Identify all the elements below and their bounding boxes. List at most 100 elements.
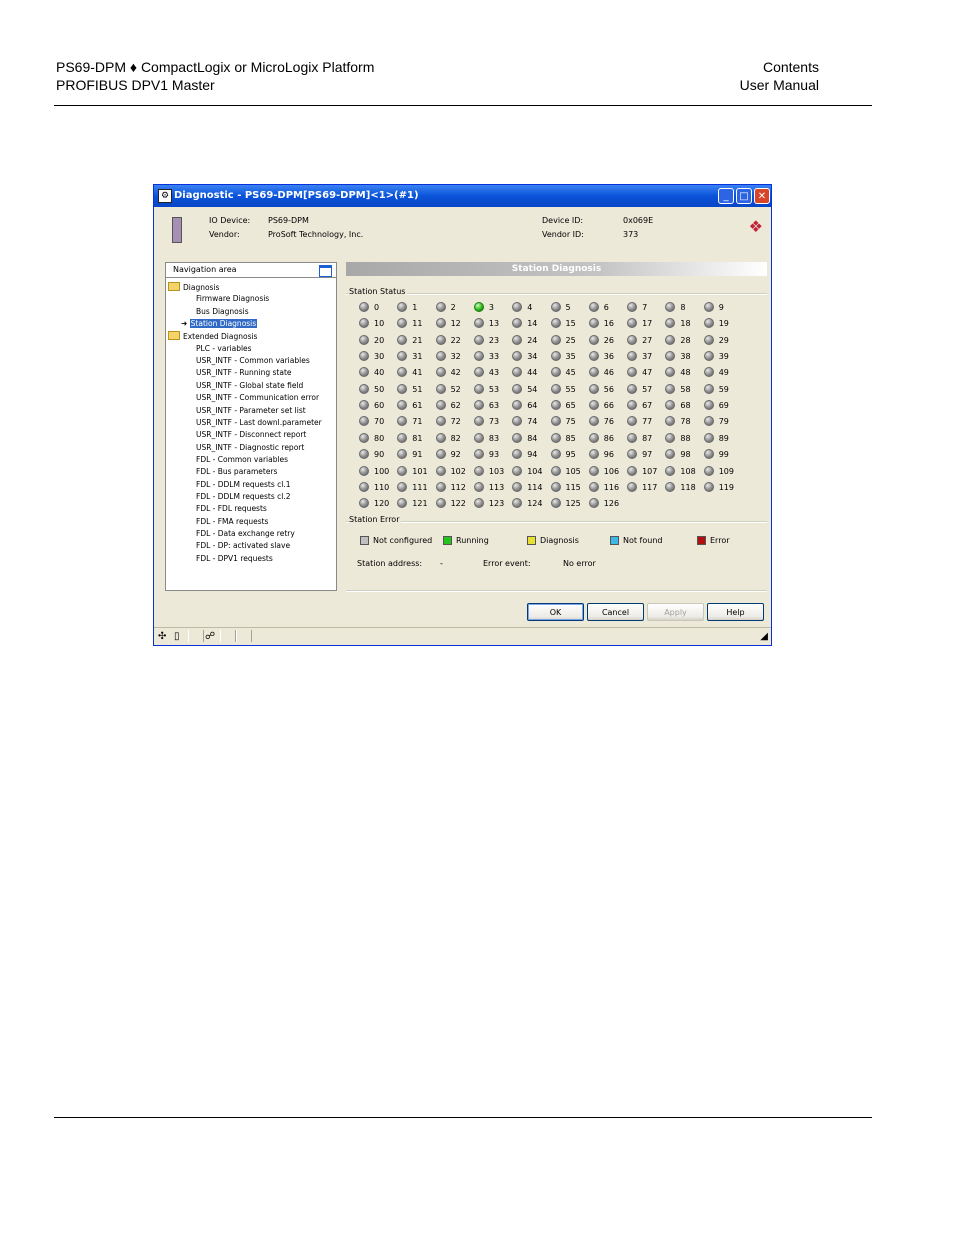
- nav-item[interactable]: PLC - variables: [196, 344, 252, 354]
- station-number: 2: [450, 303, 456, 312]
- station-number: 103: [488, 466, 505, 476]
- station-led-icon: [550, 351, 561, 362]
- station-number: 83: [488, 433, 500, 443]
- station-led-icon: [665, 400, 676, 411]
- window-title: Diagnostic - PS69-DPM[PS69-DPM]<1>(#1): [174, 190, 419, 201]
- nav-item[interactable]: FDL - DDLM requests cl.1: [196, 480, 291, 490]
- nav-item-label: FDL - Data exchange retry: [196, 529, 295, 538]
- station-led-icon: [703, 432, 714, 443]
- station-number: 71: [412, 417, 423, 427]
- station-led-icon: [359, 449, 369, 460]
- station-led-icon: [512, 481, 523, 492]
- nav-item[interactable]: FDL - Data exchange retry: [196, 529, 295, 539]
- station-led-icon: [473, 416, 484, 427]
- station-number: 17: [642, 319, 653, 329]
- nav-item[interactable]: Firmware Diagnosis: [196, 294, 269, 304]
- station-led-icon: [435, 416, 446, 427]
- station-number: 113: [488, 482, 505, 492]
- station-led-icon: [627, 302, 638, 312]
- nav-item-label: USR_INTF - Common variables: [196, 356, 310, 366]
- station-led-icon: [359, 416, 369, 427]
- nav-item[interactable]: FDL - DPV1 requests: [196, 554, 273, 564]
- header-doc-type: User Manual: [739, 77, 819, 93]
- station-led-icon: [627, 449, 638, 460]
- legend-label: Diagnosis: [540, 536, 579, 545]
- station-number: 65: [565, 401, 576, 411]
- station-led-icon: [473, 449, 484, 460]
- nav-item[interactable]: Diagnosis: [168, 282, 219, 293]
- nav-item[interactable]: USR_INTF - Global state field: [196, 381, 303, 391]
- station-led-icon: [435, 334, 446, 345]
- station-number: 46: [603, 368, 614, 378]
- station-number: 112: [450, 482, 466, 492]
- nav-item[interactable]: USR_INTF - Communication error: [196, 393, 319, 403]
- nav-item[interactable]: USR_INTF - Last downl.parameter: [196, 418, 322, 428]
- close-button[interactable]: ✕: [754, 188, 770, 204]
- nav-item[interactable]: Extended Diagnosis: [168, 331, 257, 342]
- status-cell: [236, 630, 252, 642]
- station-number: 36: [603, 352, 614, 362]
- nav-item[interactable]: Bus Diagnosis: [196, 307, 249, 317]
- nav-item[interactable]: FDL - FDL requests: [196, 504, 267, 514]
- legend-swatch: [360, 536, 369, 545]
- station-diagnosis-panel: Station Diagnosis Station Status 0123456…: [346, 262, 767, 592]
- minimize-button[interactable]: _: [718, 188, 734, 204]
- resize-grip-icon[interactable]: ◢: [760, 631, 768, 642]
- title-bar[interactable]: ⚙ Diagnostic - PS69-DPM[PS69-DPM]<1>(#1)…: [154, 185, 771, 207]
- nav-item[interactable]: USR_INTF - Common variables: [196, 356, 310, 366]
- station-led-icon: [397, 318, 408, 329]
- station-number: 16: [603, 319, 614, 329]
- station-led-icon: [703, 400, 714, 411]
- station-number: 27: [642, 335, 653, 345]
- station-led-icon: [588, 416, 599, 427]
- nav-item[interactable]: FDL - Bus parameters: [196, 467, 277, 477]
- nav-item[interactable]: FDL - FMA requests: [196, 517, 268, 527]
- station-number: 49: [718, 368, 729, 378]
- apply-button[interactable]: Apply: [647, 603, 704, 621]
- station-number: 20: [374, 335, 385, 345]
- station-number: 24: [527, 335, 538, 345]
- station-number: 4: [527, 303, 533, 312]
- station-led-icon: [397, 416, 408, 427]
- error-group-line: [346, 521, 767, 523]
- io-device-value: PS69-DPM: [268, 216, 309, 225]
- station-led-icon: [550, 383, 561, 394]
- station-number: 93: [488, 450, 500, 460]
- maximize-button[interactable]: □: [736, 188, 752, 204]
- nav-item[interactable]: FDL - DDLM requests cl.2: [196, 492, 291, 502]
- station-led-icon: [550, 432, 561, 443]
- vendor-id-value: 373: [623, 230, 639, 239]
- station-led-icon: [359, 465, 369, 476]
- station-led-icon: [397, 465, 408, 476]
- station-led-icon: [665, 416, 676, 427]
- station-number: 30: [374, 352, 385, 362]
- station-led-icon: [588, 481, 599, 492]
- station-led-icon: [359, 367, 369, 378]
- station-number: 72: [450, 417, 461, 427]
- station-led-icon: [703, 465, 714, 476]
- nav-item-label: FDL - Common variables: [196, 454, 289, 464]
- station-number: 116: [603, 482, 620, 492]
- nav-item[interactable]: USR_INTF - Parameter set list: [196, 406, 306, 416]
- nav-item[interactable]: FDL - DP: activated slave: [196, 541, 290, 551]
- station-number: 101: [412, 466, 428, 476]
- nav-item-label: FDL - DDLM requests cl.1: [196, 479, 291, 489]
- nav-item[interactable]: USR_INTF - Disconnect report: [196, 430, 306, 440]
- station-number: 99: [718, 450, 729, 460]
- nav-item[interactable]: USR_INTF - Diagnostic report: [196, 443, 304, 453]
- station-led-icon: [512, 318, 523, 329]
- station-number: 97: [642, 450, 653, 460]
- station-number: 88: [680, 433, 691, 443]
- status-cell: [220, 630, 236, 642]
- station-number: 126: [603, 499, 620, 509]
- help-button[interactable]: Help: [707, 603, 764, 621]
- nav-item[interactable]: ➜ Station Diagnosis: [181, 319, 258, 329]
- station-led-icon: [665, 367, 676, 378]
- nav-item[interactable]: FDL - Common variables: [196, 455, 288, 465]
- station-number: 122: [450, 499, 466, 509]
- cancel-button[interactable]: Cancel: [587, 603, 644, 621]
- nav-item[interactable]: USR_INTF - Running state: [196, 368, 292, 378]
- window-toggle-icon[interactable]: [319, 265, 332, 277]
- ok-button[interactable]: OK: [527, 603, 584, 621]
- station-number: 105: [565, 466, 581, 476]
